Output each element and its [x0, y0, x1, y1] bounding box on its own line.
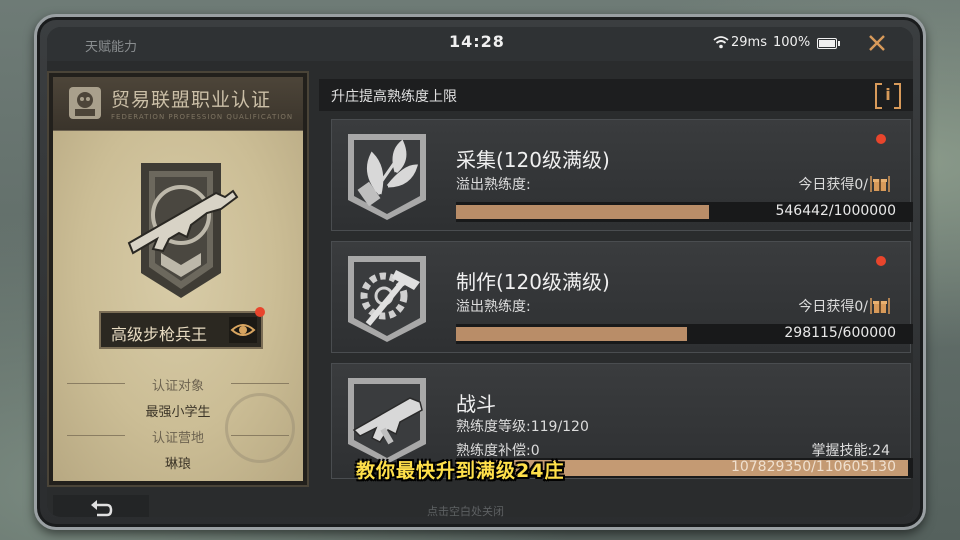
- wifi-icon: [713, 36, 729, 49]
- notification-dot: [876, 256, 886, 266]
- skill-level: 熟练度等级:119/120: [456, 419, 589, 435]
- crafting-icon: [348, 256, 426, 342]
- info-button[interactable]: i: [875, 83, 901, 109]
- skill-card-gathering[interactable]: 采集(120级满级) 溢出熟练度: 今日获得0/ 546442/1000000: [331, 119, 913, 231]
- close-icon: [869, 35, 885, 51]
- progress-text: 298115/600000: [784, 325, 896, 341]
- battery-nub: [838, 41, 840, 46]
- close-button[interactable]: [865, 30, 889, 56]
- certificate-subtitle: FEDERATION PROFESSION QUALIFICATION: [111, 113, 294, 121]
- notification-dot: [876, 134, 886, 144]
- panel-header-label: 升庄提高熟练度上限: [331, 89, 457, 105]
- divider-line: [231, 383, 289, 384]
- progress-text: 107829350/110605130: [730, 459, 896, 475]
- skill-daily-label: 今日获得0/: [798, 177, 868, 193]
- skill-name: 采集(120级满级): [456, 148, 610, 172]
- ping-readout: 29ms: [731, 35, 767, 50]
- skill-card-crafting[interactable]: 制作(120级满级) 溢出熟练度: 今日获得0/ 298115/600000: [331, 241, 913, 353]
- certificate-paper: 高级步枪兵王 认证对象 最强小学生 认证营地 琳琅: [53, 131, 303, 481]
- app-title: 天赋能力: [85, 40, 138, 55]
- gift-icon: [870, 298, 890, 314]
- certificate-header: 贸易联盟职业认证 FEDERATION PROFESSION QUALIFICA…: [53, 77, 303, 131]
- clock: 14:28: [449, 32, 505, 51]
- gathering-icon: [348, 134, 426, 220]
- skill-progress-bar: 298115/600000: [456, 324, 913, 344]
- gift-icon: [870, 176, 890, 192]
- progress-fill: [456, 205, 710, 219]
- skill-name: 战斗: [456, 392, 496, 416]
- device-frame: 天赋能力 14:28 29ms 100% 贸易联盟职业认证 FEDERATION…: [34, 14, 926, 530]
- skill-daily: 今日获得0/: [798, 296, 890, 316]
- close-hint: 点击空白处关闭: [427, 505, 504, 517]
- target-label: 认证对象: [151, 379, 204, 394]
- skill-daily-label: 今日获得0/: [798, 299, 868, 315]
- skill-mastered: 掌握技能:24: [811, 443, 890, 459]
- combat-icon: [348, 378, 426, 464]
- video-caption: 教你最快升到满级24庄: [356, 460, 565, 482]
- skill-overflow-label: 溢出熟练度:: [456, 177, 531, 193]
- rifle-badge-icon: [127, 163, 239, 298]
- eye-icon[interactable]: [229, 317, 257, 343]
- panel-header: 升庄提高熟练度上限 i: [319, 79, 913, 111]
- skill-daily: 今日获得0/: [798, 174, 890, 194]
- skill-name: 制作(120级满级): [456, 270, 610, 294]
- bottom-bar: 点击空白处关闭: [47, 495, 913, 517]
- skill-progress-bar: 546442/1000000: [456, 202, 913, 222]
- certificate-title: 贸易联盟职业认证: [111, 89, 272, 111]
- info-icon: i: [885, 85, 891, 104]
- target-divider: 认证对象: [67, 375, 289, 394]
- skill-overflow-label: 溢出熟练度:: [456, 299, 531, 315]
- progress-text: 546442/1000000: [775, 203, 896, 219]
- rank-notification-dot: [255, 307, 265, 317]
- status-bar: 天赋能力 14:28 29ms 100%: [47, 27, 913, 61]
- battery-icon: [817, 38, 837, 49]
- rank-badge[interactable]: 高级步枪兵王: [99, 311, 263, 349]
- back-button[interactable]: [53, 495, 149, 517]
- certificate-panel: 贸易联盟职业认证 FEDERATION PROFESSION QUALIFICA…: [47, 71, 309, 487]
- screen: 天赋能力 14:28 29ms 100% 贸易联盟职业认证 FEDERATION…: [47, 27, 913, 517]
- back-arrow-icon: [91, 500, 113, 517]
- battery-percent: 100%: [773, 35, 811, 50]
- progress-fill: [456, 327, 687, 341]
- rank-label: 高级步枪兵王: [111, 325, 208, 344]
- stamp-seal: [225, 393, 295, 463]
- federation-logo-icon: [69, 87, 101, 119]
